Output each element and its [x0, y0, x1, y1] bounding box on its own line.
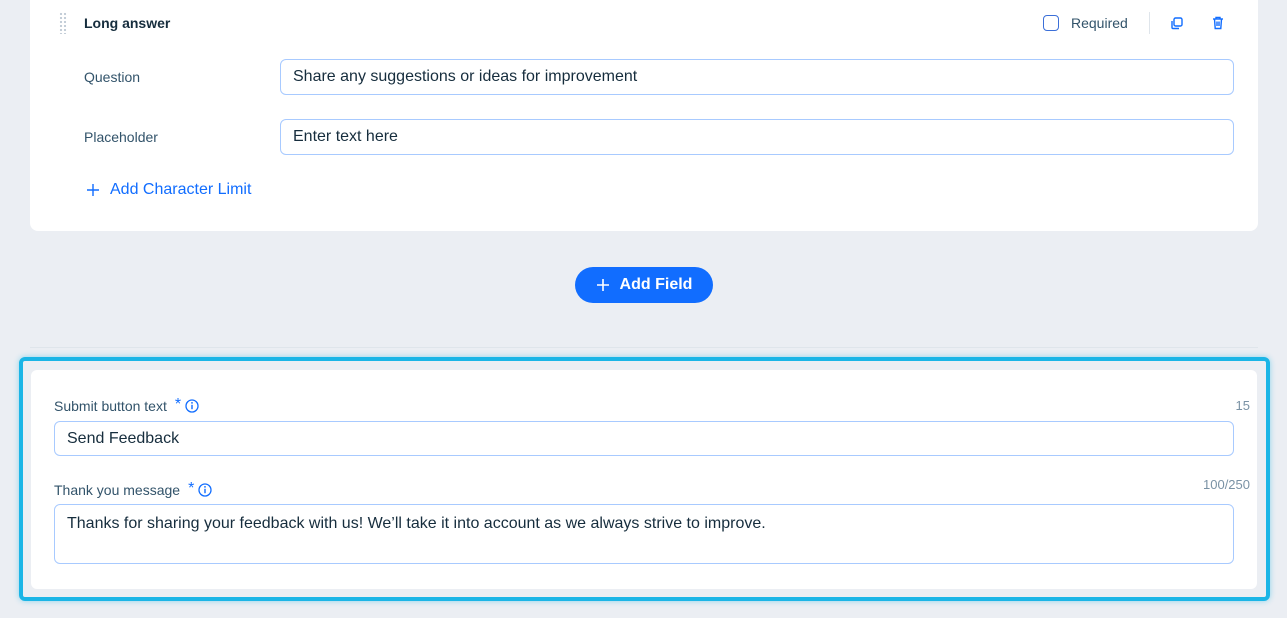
- required-asterisk: *: [188, 480, 195, 497]
- plus-icon: [596, 279, 609, 291]
- delete-field-button[interactable]: [1209, 14, 1227, 32]
- add-character-limit-button[interactable]: Add Character Limit: [86, 181, 251, 199]
- info-icon[interactable]: [185, 399, 199, 413]
- required-label: Required: [1071, 15, 1128, 31]
- question-input[interactable]: Share any suggestions or ideas for impro…: [280, 59, 1234, 95]
- duplicate-icon: [1171, 17, 1183, 30]
- question-label: Question: [84, 69, 141, 85]
- toolbar-divider: [1149, 12, 1150, 34]
- form-settings-page: Long answer Required Question Share any …: [0, 0, 1287, 618]
- required-toggle[interactable]: Required: [1043, 14, 1128, 32]
- submit-button-text-label: Submit button text: [54, 398, 167, 414]
- info-icon[interactable]: [198, 483, 212, 497]
- drag-handle-icon[interactable]: [59, 12, 67, 34]
- placeholder-input[interactable]: Enter text here: [280, 119, 1234, 155]
- section-divider: [30, 347, 1258, 348]
- add-character-limit-label: Add Character Limit: [110, 181, 252, 198]
- submit-button-text-input[interactable]: Send Feedback: [54, 421, 1234, 456]
- submit-button-text-counter: 15: [1235, 398, 1250, 413]
- thank-you-label-row: Thank you message *: [54, 480, 212, 499]
- required-checkbox[interactable]: [1043, 15, 1059, 31]
- thank-you-message-textarea[interactable]: Thanks for sharing your feedback with us…: [54, 504, 1234, 564]
- add-field-button[interactable]: Add Field: [575, 267, 713, 303]
- add-field-label: Add Field: [619, 276, 693, 293]
- submit-settings-card: Submit button text * 15 Send Feedback Th…: [31, 370, 1257, 589]
- placeholder-label: Placeholder: [84, 129, 158, 145]
- duplicate-field-button[interactable]: [1168, 14, 1186, 32]
- thank-you-message-label: Thank you message: [54, 482, 181, 498]
- long-answer-field-card: Long answer Required Question Share any …: [30, 0, 1258, 231]
- submit-button-text-label-row: Submit button text *: [54, 396, 199, 415]
- field-type-title: Long answer: [84, 15, 171, 31]
- required-asterisk: *: [174, 396, 182, 413]
- plus-icon: [87, 184, 99, 196]
- trash-icon: [1213, 16, 1223, 30]
- thank-you-message-counter: 100/250: [1203, 477, 1250, 492]
